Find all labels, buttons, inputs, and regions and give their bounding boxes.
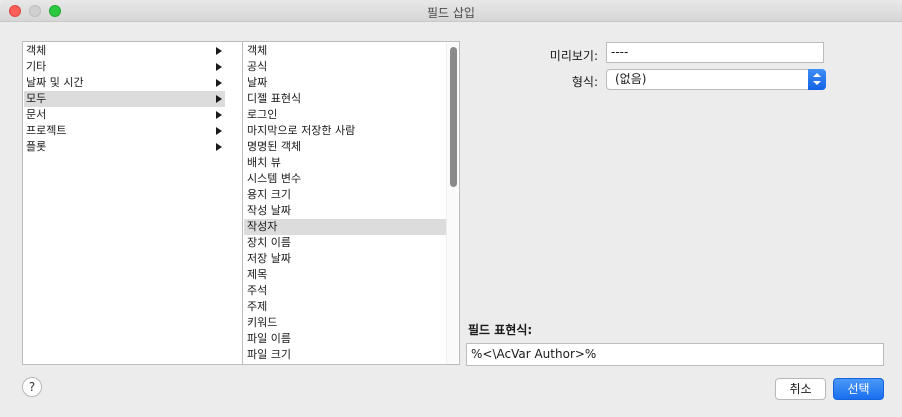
category-item[interactable]: 모두 (24, 91, 226, 107)
submenu-arrow-icon (216, 47, 222, 55)
category-list-gutter (225, 41, 243, 365)
category-item-label: 객체 (26, 44, 47, 57)
submenu-arrow-icon (216, 79, 222, 87)
field-item[interactable]: 용지 크기 (244, 187, 446, 203)
field-expression-input[interactable]: %<\AcVar Author>% (466, 343, 884, 366)
field-item[interactable]: 배치 뷰 (244, 155, 446, 171)
field-item[interactable]: 작성 날짜 (244, 203, 446, 219)
field-item[interactable]: 장치 이름 (244, 235, 446, 251)
submenu-arrow-icon (216, 127, 222, 135)
format-label: 형식: (571, 75, 598, 89)
category-item-label: 모두 (26, 92, 47, 105)
field-item[interactable]: 로그인 (244, 107, 446, 123)
field-list-scroll-thumb[interactable] (450, 47, 457, 187)
field-item[interactable]: 날짜 (244, 75, 446, 91)
category-item-label: 프로젝트 (26, 124, 67, 137)
preview-field: ---- (606, 42, 824, 63)
chevron-updown-icon[interactable] (808, 69, 826, 90)
category-item[interactable]: 문서 (24, 107, 226, 123)
field-item[interactable]: 객체 (244, 43, 446, 59)
category-item[interactable]: 플롯 (24, 139, 226, 155)
field-list-scrollbar[interactable] (446, 43, 458, 364)
category-item[interactable]: 날짜 및 시간 (24, 75, 226, 91)
help-button[interactable]: ? (22, 377, 42, 397)
insert-field-dialog: 필드 삽입 객체기타날짜 및 시간모두문서프로젝트플롯 파일 크기 파일 이름 키워… (0, 0, 902, 417)
submenu-arrow-icon (216, 143, 222, 151)
category-item-label: 플롯 (26, 140, 47, 153)
category-item-label: 기타 (26, 60, 47, 73)
field-item[interactable]: 마지막으로 저장한 사람 (244, 123, 446, 139)
field-expression-label: 필드 표현식: (468, 323, 533, 337)
cancel-button[interactable]: 취소 (775, 378, 826, 400)
field-item[interactable]: 파일 이름 (244, 331, 446, 347)
field-item[interactable]: 주석 (244, 283, 446, 299)
title-bar: 필드 삽입 (0, 0, 902, 22)
submenu-arrow-icon (216, 63, 222, 71)
category-item[interactable]: 객체 (24, 43, 226, 59)
submenu-arrow-icon (216, 111, 222, 119)
field-item[interactable]: 시스템 변수 (244, 171, 446, 187)
field-item[interactable]: 디젤 표현식 (244, 91, 446, 107)
category-item[interactable]: 기타 (24, 59, 226, 75)
field-item[interactable]: 저장 날짜 (244, 251, 446, 267)
submenu-arrow-icon (216, 95, 222, 103)
field-item[interactable]: 작성자 (244, 219, 446, 235)
category-item[interactable]: 프로젝트 (24, 123, 226, 139)
field-item[interactable]: 키워드 (244, 315, 446, 331)
field-category-list[interactable]: 객체기타날짜 및 시간모두문서프로젝트플롯 (22, 41, 226, 365)
format-select-value: (없음) (615, 72, 647, 86)
select-button[interactable]: 선택 (833, 378, 884, 400)
field-item[interactable]: 주제 (244, 299, 446, 315)
field-item[interactable]: 명명된 객체 (244, 139, 446, 155)
window-title: 필드 삽입 (427, 6, 475, 20)
format-select[interactable]: (없음) (606, 69, 826, 90)
field-item[interactable]: 제목 (244, 267, 446, 283)
field-item[interactable]: 공식 (244, 59, 446, 75)
category-item-label: 문서 (26, 108, 47, 121)
category-item-label: 날짜 및 시간 (26, 76, 84, 89)
preview-label: 미리보기: (549, 49, 598, 63)
field-item[interactable]: 파일 크기 (244, 347, 446, 363)
field-name-list[interactable]: 파일 크기 파일 이름 키워드 주제 주석 제목 저장 날짜 장치 이름 작성자 작성 날짜 용지 … (242, 41, 460, 365)
